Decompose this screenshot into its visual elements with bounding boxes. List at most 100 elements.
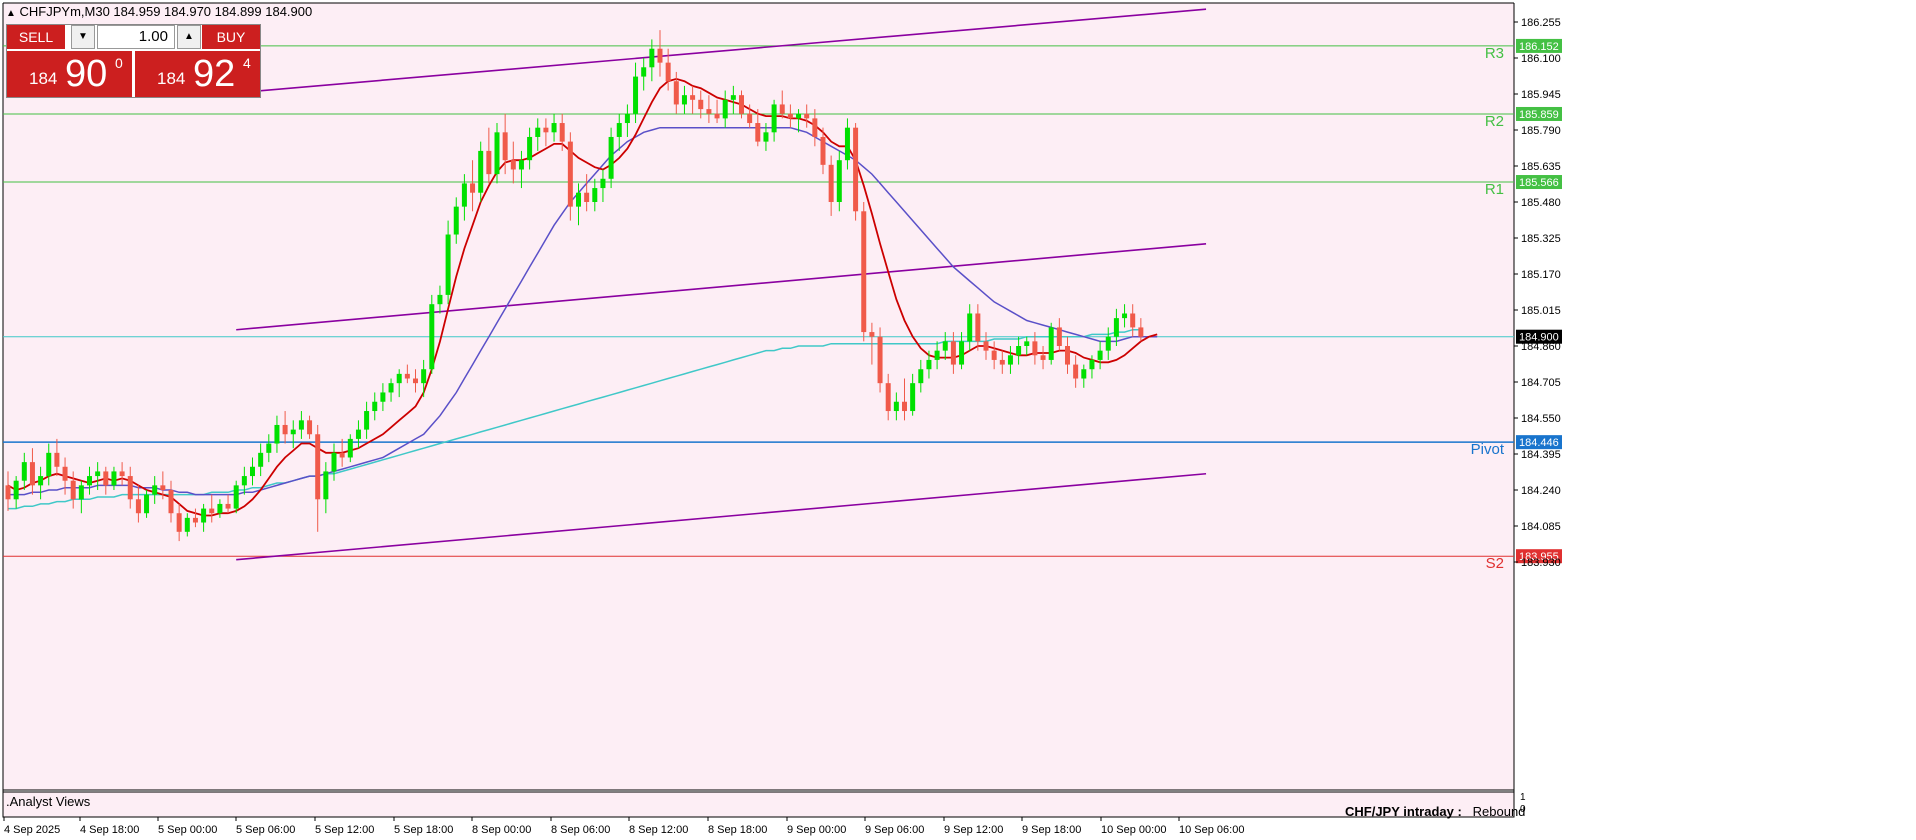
y-tick-label: 184.395 [1521,449,1561,461]
candle-body [95,471,101,477]
candle-body [266,443,272,453]
candle-body [127,476,133,500]
candle-body [111,471,117,486]
sell-price[interactable]: 184 90 0 [7,51,132,97]
candle-body [355,429,361,439]
candle-body [861,211,867,333]
candle-body [160,485,166,490]
level-name-r2: R2 [1485,113,1504,130]
candle-body [21,462,27,481]
y-tick-label: 185.015 [1521,305,1561,317]
candle-body [119,471,125,477]
candle-body [959,341,965,365]
candle-body [665,62,671,82]
candle-body [600,178,606,189]
candle-body [421,369,427,384]
level-price-tag: 184.446 [1519,437,1559,449]
candle-body [388,383,394,393]
candle-body [38,476,44,486]
candle-body [527,136,533,161]
candle-body [62,466,68,481]
buy-price-big: 92 [193,53,236,95]
candle-body [543,127,549,133]
chart-caption: CHF/JPY intraday : Rebound [1345,804,1525,819]
collapse-icon[interactable]: ▲ [6,8,16,19]
buy-button[interactable]: BUY [202,25,260,49]
y-tick-label: 185.480 [1521,197,1561,209]
candle-body [1089,359,1095,370]
x-tick-label: 4 Sep 18:00 [80,824,139,836]
caption-value: Rebound [1472,804,1526,819]
candle-body [152,485,158,495]
candle-body [942,341,948,351]
candle-body [192,517,198,523]
sell-price-big: 90 [65,53,108,95]
candle-body [592,188,598,202]
candle-body [926,359,932,370]
candle-body [657,48,663,63]
candle-body [437,294,443,305]
candle-body [135,499,141,514]
candle-body [445,234,451,295]
candle-body [258,452,264,467]
y-tick-label: 184.240 [1521,485,1561,497]
candle-body [910,383,916,412]
candle-body [396,373,402,384]
buy-price-small: 184 [157,69,186,88]
candle-body [779,104,785,114]
y-axis: 186.255 186.100 185.945 185.790 185.635 185.4… [1514,17,1561,569]
candle-body [999,359,1005,365]
candle-body [46,452,52,477]
candle-body [5,485,11,500]
candle-body [453,206,459,235]
level-price-tag: 185.859 [1519,109,1559,121]
y-tick-label: 184.860 [1521,341,1561,353]
sell-button[interactable]: SELL [7,25,65,49]
candle-body [983,341,989,351]
level-price-tag: 185.566 [1519,177,1559,189]
candle-body [1065,346,1070,365]
candle-body [616,123,622,137]
candle-body [364,411,370,430]
candle-body [608,136,614,179]
level-name-pivot: Pivot [1471,441,1505,458]
y-tick-label: 185.170 [1521,269,1561,281]
volume-input[interactable]: 1.00 [97,25,175,49]
volume-decrease-button[interactable]: ▼ [71,25,95,49]
candle-body [87,476,92,486]
candle-body [567,141,573,207]
candle-body [78,485,84,500]
candle-body [1048,327,1054,360]
candle-body [828,164,834,202]
candle-body [624,113,630,124]
y-tick-label: 184.705 [1521,377,1561,389]
candle-body [1130,313,1136,328]
candle-body [176,513,182,532]
y-tick-label: 186.100 [1521,53,1561,65]
volume-increase-button[interactable]: ▲ [177,25,201,49]
candle-body [755,123,761,142]
x-tick-label: 9 Sep 18:00 [1022,824,1081,836]
candle-body [478,150,484,193]
candle-body [551,123,557,133]
y-tick-label: 184.550 [1521,413,1561,425]
candle-body [486,150,492,175]
candle-body [950,341,956,365]
candle-body [706,109,712,114]
y-tick-label: 185.945 [1521,89,1561,101]
subwindow-title: .Analyst Views [6,794,91,809]
candle-body [241,476,247,486]
price-chart[interactable]: R3 186.152 R2 185.859 R1 185.566 Pivot 184.446 S… [0,0,1916,840]
candle-body [70,480,76,500]
candle-body [29,462,35,486]
x-tick-label: 9 Sep 00:00 [787,824,846,836]
x-tick-label: 4 Sep 2025 [4,824,60,836]
candle-body [184,517,190,532]
candle-body [209,508,215,514]
buy-price[interactable]: 184 92 4 [135,51,260,97]
y-tick-label: 184.085 [1521,521,1561,533]
candle-body [144,494,150,514]
candle-body [853,127,859,212]
candle [233,480,239,514]
x-axis: 4 Sep 2025 4 Sep 18:00 5 Sep 00:00 5 Sep 06… [3,817,1244,836]
